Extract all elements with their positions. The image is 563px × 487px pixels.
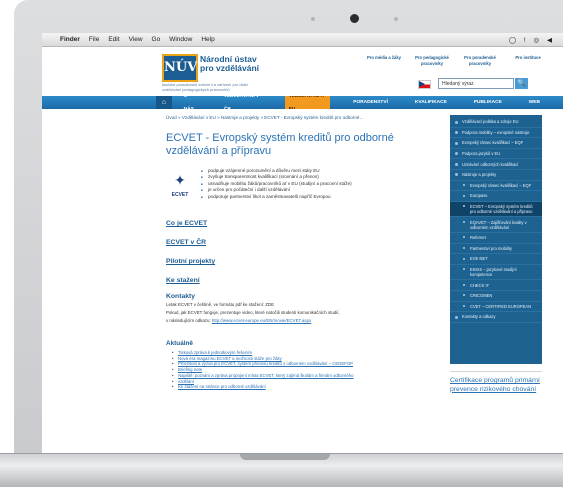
breadcrumb[interactable]: Úvod » Vzdělávání v EU » Nástroje a proj…: [166, 115, 416, 120]
menu-view[interactable]: View: [129, 36, 143, 43]
ecvet-logo-label: ECVET: [171, 192, 189, 198]
link-pilotni-projekty[interactable]: Pilotní projekty: [166, 258, 416, 265]
laptop-base: [0, 453, 563, 487]
laptop-notch: [240, 454, 330, 460]
bullet-item: podporuje partnerství škol a zaměstnavat…: [201, 194, 352, 201]
sidebar-subitem[interactable]: EKKIS – jazykové studijní kompetence: [450, 265, 542, 281]
sidebar-item[interactable]: Kontakty a odkazy: [450, 312, 542, 323]
search-button[interactable]: 🔍: [515, 78, 528, 89]
intro-block: ✦ ECVET podpuje vzájemné porozumění a dů…: [166, 168, 416, 202]
camera-lens-icon: [350, 14, 359, 23]
top-links: Pro média a žáky Pro pedagogické pracovn…: [360, 55, 552, 66]
menu-file[interactable]: File: [89, 36, 99, 43]
page-body: Úvod » Vzdělávání v EU » Nástroje a proj…: [42, 109, 563, 419]
home-icon[interactable]: ⌂: [156, 96, 172, 109]
contacts-text-2: Pokud, jak ECVET funguje, prezentuje vid…: [166, 310, 340, 315]
contacts-text-1: Letak ECVET v češtině, ve formátu pdf ke…: [166, 302, 275, 307]
menu-edit[interactable]: Edit: [108, 36, 119, 43]
sidebar-subitem[interactable]: Refernet: [450, 233, 542, 244]
certification-promo-link[interactable]: Certifikace programů primární prevence r…: [450, 371, 542, 394]
sidebar-subitem[interactable]: CRICOMEN: [450, 291, 542, 302]
contacts-text-3: v následujícím odkazu: http://www.ecvet-…: [166, 318, 416, 324]
institute-name-line2: pro vzdělávání: [200, 63, 260, 73]
sidebar-subitem[interactable]: Partnerství pro mobility: [450, 244, 542, 255]
intro-bullets: podpuje vzájemné porozumění a důvěru mez…: [200, 168, 352, 202]
sidebar-subitem[interactable]: CVET – CERTIFIED EUROPEAN: [450, 302, 542, 313]
sidebar-item[interactable]: Podpora jazyků v EU: [450, 149, 542, 160]
menu-window[interactable]: Window: [169, 36, 192, 43]
menu-finder[interactable]: Finder: [60, 36, 80, 43]
nav-poradenstvi[interactable]: PORADENSTVÍ: [349, 96, 392, 109]
search-input[interactable]: [438, 78, 514, 89]
page-title: ECVET - Evropský systém kreditů pro odbo…: [166, 132, 394, 157]
contacts-text-3-lead: v následujícím odkazu:: [166, 318, 212, 323]
status-icons[interactable]: ◯ ! ◎ ◀: [509, 36, 555, 44]
sidebar-subitem[interactable]: Evropský rámec kvalifikací – EQF: [450, 181, 542, 192]
ecvet-logo: ✦ ECVET: [166, 168, 194, 202]
sidebar-item[interactable]: Uznávání odborných kvalifikací: [450, 159, 542, 170]
ecvet-video-link[interactable]: http://www.ecvet-europe.eu/EN/movie/ECVE…: [212, 318, 311, 323]
site-header: NÚV Národní ústav pro vzdělávání školské…: [42, 47, 563, 96]
toplink-counselors[interactable]: Pro poradenské pracovníky: [456, 55, 504, 66]
sidebar-item[interactable]: Podpora mobility – evropské nástroje: [450, 128, 542, 139]
news-item[interactable]: Ke stažení na stránce pro odborné vzdělá…: [172, 384, 416, 390]
toplink-teachers[interactable]: Pro pedagogické pracovníky: [408, 55, 456, 66]
toplink-institutions[interactable]: Pro instituce: [504, 55, 552, 66]
mac-menubar: Finder File Edit View Go Window Help ◯ !…: [42, 33, 563, 47]
sidebar-item[interactable]: Vzdělávací politika a zdroje EU: [450, 117, 542, 128]
toplink-media[interactable]: Pro média a žáky: [360, 55, 408, 66]
menu-help[interactable]: Help: [201, 36, 214, 43]
institute-name[interactable]: Národní ústav pro vzdělávání: [200, 55, 259, 73]
sidebar-subitem[interactable]: Europass: [450, 191, 542, 202]
link-ke-stazeni[interactable]: Ke stažení: [166, 277, 416, 284]
institute-subtitle: školské poradenské zařízení a zařízení p…: [162, 82, 248, 92]
sidebar-item[interactable]: Evropský rámec kvalifikací – EQF: [450, 138, 542, 149]
contacts-heading: Kontakty: [166, 293, 196, 300]
nuv-logo[interactable]: NÚV: [162, 54, 198, 82]
news-list: Tisková zpráva k jednotkovým řešením Nov…: [166, 350, 416, 390]
main-content: Úvod » Vzdělávání v EU » Nástroje a proj…: [166, 115, 416, 390]
link-co-je-ecvet[interactable]: Co je ECVET: [166, 220, 416, 227]
news-heading: Aktuálně: [166, 340, 193, 347]
link-ecvet-v-cr[interactable]: ECVET v ČR: [166, 239, 416, 246]
camera-dot-right-icon: [394, 17, 398, 21]
nav-publikace[interactable]: PUBLIKACE: [470, 96, 506, 109]
nav-web[interactable]: WEB: [525, 96, 544, 109]
sidebar-subitem[interactable]: EVE-NET: [450, 254, 542, 265]
laptop-screen: Finder File Edit View Go Window Help ◯ !…: [42, 33, 563, 453]
sidebar-subitem[interactable]: CHECK IT: [450, 280, 542, 291]
sidebar-subitem-active[interactable]: ECVET – Evropský systém kreditů pro odbo…: [450, 201, 542, 218]
nav-kvalifikace[interactable]: KVALIFIKACE: [411, 96, 451, 109]
main-nav: ⌂ O NÁS VZDĚLÁVÁNÍ V ČR VZDĚLÁVÁNÍ A EU …: [42, 89, 563, 116]
sidebar-item[interactable]: Nástroje a projekty: [450, 170, 542, 181]
sidebar-nav: Vzdělávací politika a zdroje EU Podpora …: [450, 115, 542, 364]
camera-dot-left-icon: [311, 17, 315, 21]
menu-go[interactable]: Go: [152, 36, 161, 43]
czech-flag-icon[interactable]: [418, 80, 431, 89]
ecvet-star-icon: ✦: [174, 172, 186, 188]
sidebar-subitem[interactable]: EQAVET – Zajišťování kvality v odborném …: [450, 217, 542, 233]
